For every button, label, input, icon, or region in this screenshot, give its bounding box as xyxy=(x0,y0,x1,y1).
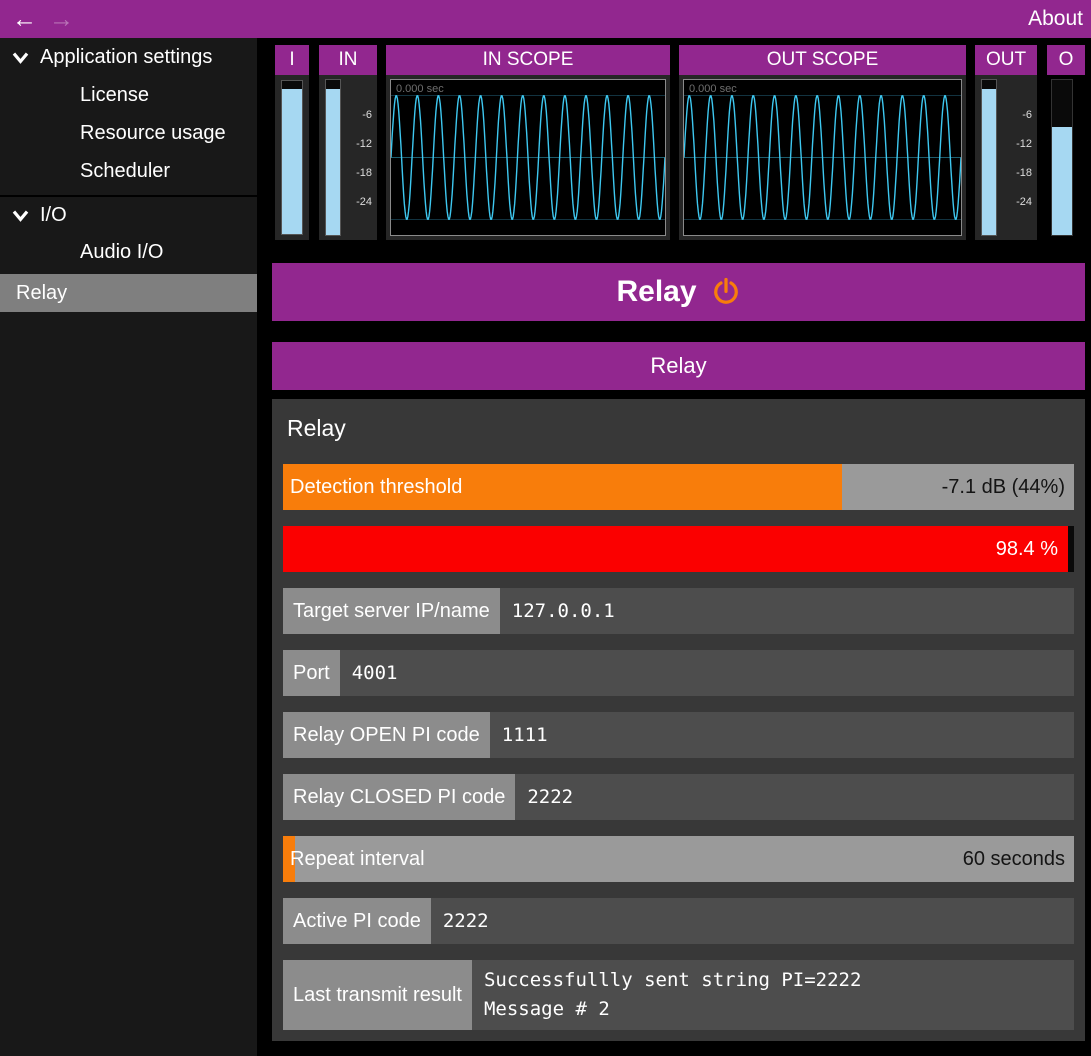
chevron-down-icon xyxy=(10,205,31,226)
output-right-meter-column: O xyxy=(1047,45,1085,240)
last-transmit-result-row: Last transmit result Successfullly sent … xyxy=(283,960,1074,1030)
level-meter-fill xyxy=(282,89,302,234)
field-label: Last transmit result xyxy=(283,960,472,1030)
meter-scale-label: -18 xyxy=(1016,167,1032,179)
result-line: Message # 2 xyxy=(484,995,1074,1024)
relay-panel: Relay Detection threshold -7.1 dB (44%) … xyxy=(272,399,1085,1041)
slider-label: Repeat interval xyxy=(290,836,425,882)
sidebar-item-scheduler[interactable]: Scheduler xyxy=(0,152,257,190)
meter-body xyxy=(275,75,309,240)
in-meter-column: IN -6 -12 -18 -24 xyxy=(319,45,377,240)
relay-open-code-field-row: Relay OPEN PI code 1111 xyxy=(283,712,1074,758)
relay-closed-code-input[interactable]: 2222 xyxy=(515,774,1074,820)
input-level-bar: 98.4 % xyxy=(283,526,1074,572)
meter-header: IN xyxy=(319,45,377,75)
slider-value: -7.1 dB (44%) xyxy=(942,464,1065,510)
meter-body: 0.000 sec xyxy=(679,75,966,240)
level-meter-track xyxy=(325,79,341,236)
sidebar-item-relay[interactable]: Relay xyxy=(0,274,257,312)
sidebar-item-audio-io[interactable]: Audio I/O xyxy=(0,233,257,271)
repeat-interval-slider[interactable]: Repeat interval 60 seconds xyxy=(283,836,1074,882)
sidebar-group-io[interactable]: I/O xyxy=(0,195,257,233)
meter-body: -6 -12 -18 -24 xyxy=(975,75,1037,240)
relay-banner-title: Relay xyxy=(616,275,696,309)
sidebar: Application settings License Resource us… xyxy=(0,38,257,1056)
oscilloscope xyxy=(391,80,665,235)
meter-scale-label: -24 xyxy=(1016,196,1032,208)
in-scope-column: IN SCOPE 0.000 sec xyxy=(386,45,670,240)
level-meter-track xyxy=(281,80,303,235)
meter-scale-label: -12 xyxy=(356,138,372,150)
meter-body: -6 -12 -18 -24 xyxy=(319,75,377,240)
meter-body: 0.000 sec xyxy=(386,75,670,240)
relay-closed-code-field-row: Relay CLOSED PI code 2222 xyxy=(283,774,1074,820)
level-meter-fill xyxy=(982,89,996,235)
port-field-row: Port 4001 xyxy=(283,650,1074,696)
out-scope-header: OUT SCOPE xyxy=(679,45,966,75)
slider-value: 60 seconds xyxy=(963,836,1065,882)
field-label: Target server IP/name xyxy=(283,588,500,634)
in-scope-header: IN SCOPE xyxy=(386,45,670,75)
sidebar-item-license[interactable]: License xyxy=(0,76,257,114)
field-label: Relay OPEN PI code xyxy=(283,712,490,758)
sidebar-item-resource-usage[interactable]: Resource usage xyxy=(0,114,257,152)
in-scope-display: 0.000 sec xyxy=(390,79,666,236)
forward-arrow-icon[interactable]: → xyxy=(49,7,74,32)
input-left-meter-column: I xyxy=(275,45,309,240)
meter-body xyxy=(1047,75,1085,240)
meter-header: O xyxy=(1047,45,1085,75)
slider-label: Detection threshold xyxy=(290,464,462,510)
sidebar-group-label: I/O xyxy=(40,204,67,227)
back-arrow-icon[interactable]: ← xyxy=(12,7,37,32)
port-input[interactable]: 4001 xyxy=(340,650,1074,696)
meter-scale-label: -12 xyxy=(1016,138,1032,150)
level-meter-fill xyxy=(1052,127,1072,236)
meter-scale-label: -24 xyxy=(356,196,372,208)
detection-threshold-slider[interactable]: Detection threshold -7.1 dB (44%) xyxy=(283,464,1074,510)
power-icon[interactable] xyxy=(711,277,741,307)
top-bar: ← → About xyxy=(0,0,1091,38)
result-line: Successfullly sent string PI=2222 xyxy=(484,966,1074,995)
level-bar-value: 98.4 % xyxy=(996,526,1058,572)
field-label: Port xyxy=(283,650,340,696)
relay-section-header[interactable]: Relay xyxy=(272,342,1085,390)
last-transmit-result-value: Successfullly sent string PI=2222 Messag… xyxy=(472,960,1074,1030)
about-menu[interactable]: About xyxy=(1028,7,1083,31)
target-server-field-row: Target server IP/name 127.0.0.1 xyxy=(283,588,1074,634)
chevron-down-icon xyxy=(10,47,31,68)
oscilloscope xyxy=(684,80,961,235)
level-meter-track xyxy=(981,79,997,236)
active-code-field-row: Active PI code 2222 xyxy=(283,898,1074,944)
relay-power-banner[interactable]: Relay xyxy=(272,263,1085,321)
sidebar-group-application-settings[interactable]: Application settings xyxy=(0,38,257,76)
level-meter-fill xyxy=(326,89,340,235)
meter-header: OUT xyxy=(975,45,1037,75)
panel-title: Relay xyxy=(287,415,1075,442)
active-code-input[interactable]: 2222 xyxy=(431,898,1074,944)
sidebar-group-label: Application settings xyxy=(40,46,212,69)
meter-scale-label: -6 xyxy=(1022,109,1032,121)
field-label: Active PI code xyxy=(283,898,431,944)
out-scope-display: 0.000 sec xyxy=(683,79,962,236)
target-server-input[interactable]: 127.0.0.1 xyxy=(500,588,1074,634)
out-scope-column: OUT SCOPE 0.000 sec xyxy=(679,45,966,240)
scope-time-label: 0.000 sec xyxy=(396,83,444,95)
relay-open-code-input[interactable]: 1111 xyxy=(490,712,1074,758)
level-meter-track xyxy=(1051,79,1073,236)
meter-scale-label: -18 xyxy=(356,167,372,179)
level-bar-fill xyxy=(283,526,1068,572)
scope-time-label: 0.000 sec xyxy=(689,83,737,95)
field-label: Relay CLOSED PI code xyxy=(283,774,515,820)
meter-header: I xyxy=(275,45,309,75)
out-meter-column: OUT -6 -12 -18 -24 xyxy=(975,45,1037,240)
meter-scale-label: -6 xyxy=(362,109,372,121)
